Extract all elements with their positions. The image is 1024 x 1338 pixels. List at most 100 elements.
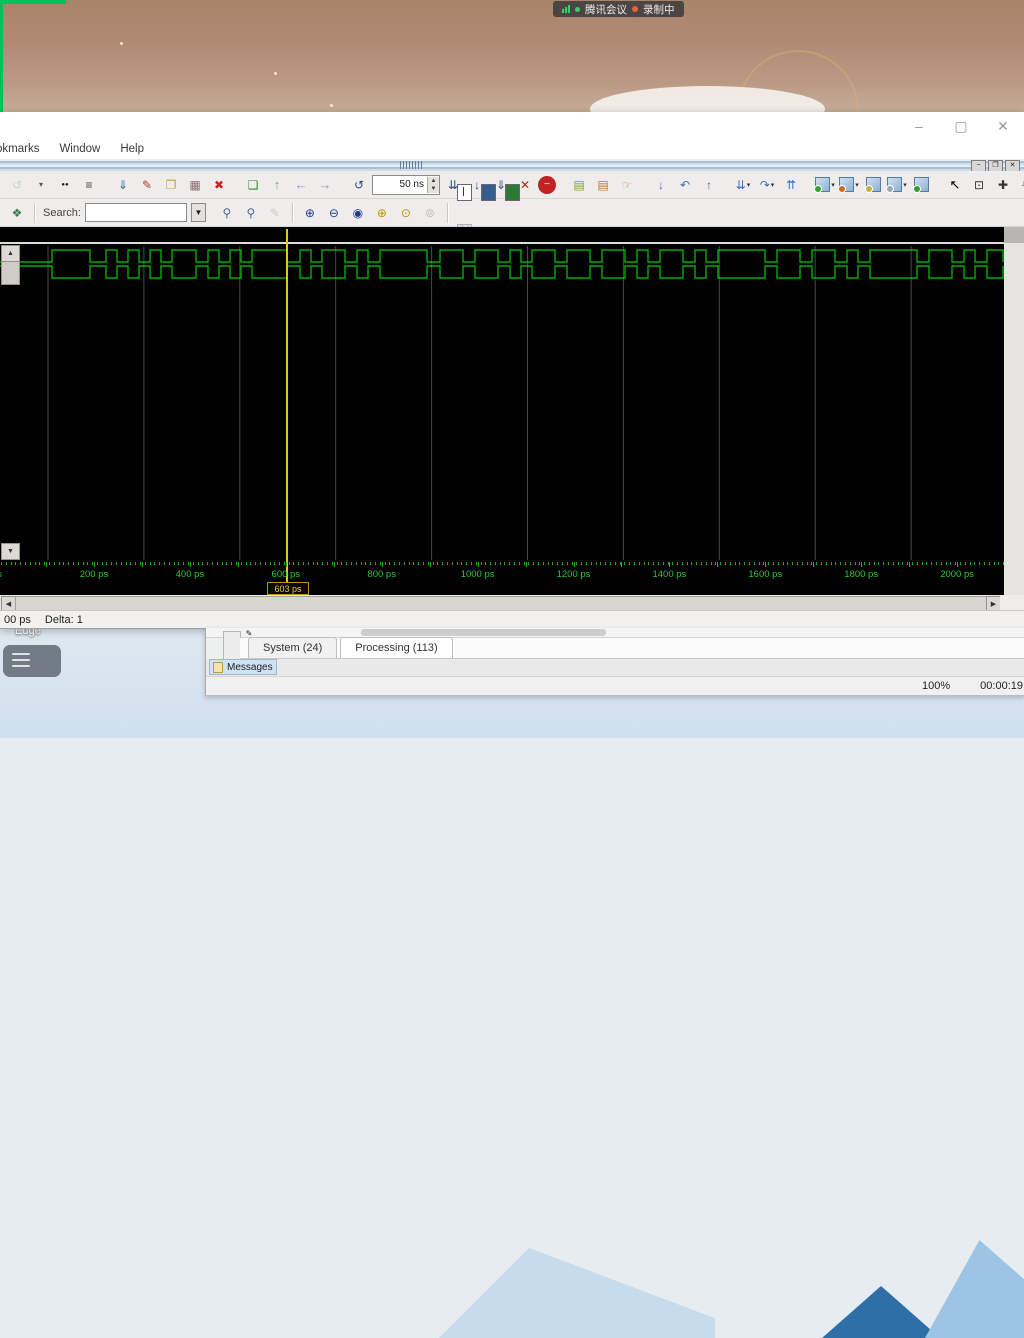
goto-anchor-icon[interactable]: ❖ <box>6 202 28 224</box>
vertical-scrollbar[interactable] <box>1004 227 1024 560</box>
ruler-tick <box>893 562 894 565</box>
add-to-wave-icon[interactable]: ▾ <box>814 174 836 196</box>
zoom-full-icon[interactable]: ◉ <box>347 202 369 224</box>
edit-doc-icon[interactable]: ✎ <box>136 174 158 196</box>
selected-panel-icon[interactable] <box>478 182 500 204</box>
tab-system[interactable]: System (24) <box>248 637 337 658</box>
signal-trace-b[interactable] <box>0 266 1003 278</box>
performance-profile-icon[interactable]: ▤ <box>568 174 590 196</box>
time-ruler[interactable]: 200 ps400 ps600 ps800 ps1000 ps1200 ps14… <box>0 560 1004 582</box>
refresh-dropdown-icon[interactable]: ▾ <box>30 174 52 196</box>
ruler-tick <box>821 562 822 565</box>
ruler-tick <box>217 562 218 565</box>
select-mode-icon[interactable]: ↖ <box>944 174 966 196</box>
scroll-left-icon[interactable]: ◀ <box>1 596 16 611</box>
tab-messages[interactable]: Messages <box>209 659 277 675</box>
signal-trace-a[interactable] <box>0 250 1003 262</box>
search-dropdown-icon[interactable]: ▼ <box>191 203 206 222</box>
find-binoculars-icon[interactable]: ●● <box>54 174 76 196</box>
close-button[interactable]: ✕ <box>982 113 1024 139</box>
desktop-list-widget[interactable] <box>3 645 61 677</box>
maximize-button[interactable]: ▢ <box>940 113 982 139</box>
menu-help[interactable]: Help <box>120 143 144 155</box>
ruler-tick <box>912 562 913 565</box>
spin-down-icon[interactable]: ▼ <box>428 185 439 193</box>
menu-window[interactable]: Window <box>59 143 100 155</box>
find-next-icon[interactable]: ⚲ <box>216 202 238 224</box>
minimize-button[interactable]: – <box>898 113 940 139</box>
cursor-remove-icon[interactable]: ↑ <box>698 174 720 196</box>
pane-scroll-thumb[interactable] <box>361 629 606 636</box>
zoom-in-on-cursor-icon[interactable]: ⊕ <box>371 202 393 224</box>
hand-pan-icon[interactable]: ☞ <box>616 174 638 196</box>
vertical-scroll-thumb[interactable] <box>1 261 20 285</box>
zoom-in-icon[interactable]: ⊕ <box>299 202 321 224</box>
add-to-list-dropdown-icon[interactable]: ▾ <box>855 181 859 189</box>
toolbar-group: ▤▤☞ <box>564 174 642 196</box>
recompile-refresh-icon[interactable]: ↺ <box>6 174 28 196</box>
add-to-dataflow-dropdown-icon[interactable]: ▾ <box>903 181 907 189</box>
run-length-value[interactable]: 50 ns <box>373 179 427 190</box>
ruler-tick <box>154 562 155 565</box>
compile-icon[interactable]: ▦ <box>184 174 206 196</box>
forward-nav-icon[interactable]: → <box>314 174 336 196</box>
find-options-icon[interactable]: ✎ <box>264 202 286 224</box>
horizontal-scrollbar[interactable]: ◀ ▶ <box>0 595 1024 610</box>
wave-canvas[interactable] <box>0 227 1004 560</box>
up-context-icon[interactable]: ↑ <box>266 174 288 196</box>
back-nav-icon[interactable]: ← <box>290 174 312 196</box>
ruler-tick <box>572 562 573 565</box>
find-prev-icon[interactable]: ⚲ <box>240 202 262 224</box>
zoom-out-icon[interactable]: ⊖ <box>323 202 345 224</box>
menu-bookmarks[interactable]: okmarks <box>0 143 39 155</box>
ruler-tick <box>399 562 400 565</box>
waveform-plot[interactable] <box>0 244 1004 560</box>
zoom-mode-icon[interactable]: ⊡ <box>968 174 990 196</box>
ruler-tick <box>831 562 832 565</box>
view-list-icon[interactable]: ≡ <box>78 174 100 196</box>
cursor-restore-icon[interactable]: ↶ <box>674 174 696 196</box>
zoom-others-icon[interactable]: ⊚ <box>419 202 441 224</box>
meeting-status-pill[interactable]: 腾讯会议 录制中 <box>553 1 684 17</box>
delete-doc-icon[interactable]: ✖ <box>208 174 230 196</box>
next-transition-icon[interactable]: ⇈ <box>780 174 802 196</box>
add-to-log-icon[interactable] <box>862 174 884 196</box>
ruler-tick <box>356 562 357 565</box>
zoom-cursor-range-icon[interactable]: ⊙ <box>395 202 417 224</box>
recompile-refresh-glyph: ↺ <box>12 179 22 191</box>
scroll-right-icon[interactable]: ▶ <box>986 596 1001 611</box>
drag-grip-icon[interactable] <box>400 161 422 169</box>
add-to-list-icon[interactable]: ▾ <box>838 174 860 196</box>
run-length-spinner[interactable]: 50 ns▲▼ <box>372 175 440 195</box>
save-icon[interactable]: ⇓ <box>112 174 134 196</box>
restart-icon[interactable]: ↺ <box>348 174 370 196</box>
scroll-down-icon[interactable]: ▼ <box>1 543 20 560</box>
ruler-tick <box>385 562 386 565</box>
cursor-insert-icon[interactable]: ↓ <box>650 174 672 196</box>
ruler-tick <box>25 562 26 565</box>
wave-revert-icon[interactable]: ↷▾ <box>756 174 778 196</box>
add-to-dataflow-icon[interactable]: ▾ <box>886 174 908 196</box>
prev-transition-icon[interactable]: ⇊▾ <box>732 174 754 196</box>
add-to-wave-dropdown-icon[interactable]: ▾ <box>831 181 835 189</box>
zoom-mode-glyph: ⊡ <box>974 179 984 191</box>
wave-revert-dropdown-icon[interactable]: ▾ <box>771 181 775 189</box>
prev-transition-dropdown-icon[interactable]: ▾ <box>747 181 751 189</box>
scroll-up-icon[interactable]: ▲ <box>1 245 20 262</box>
memory-profile-icon[interactable]: ▤ <box>592 174 614 196</box>
open-folders-icon[interactable]: ❐ <box>160 174 182 196</box>
cursor-pairs-icon[interactable]: ⊥⊥ <box>1016 174 1024 196</box>
ruler-tick <box>802 562 803 565</box>
active-panel-icon[interactable] <box>502 182 524 204</box>
add-to-watch-icon[interactable] <box>910 174 932 196</box>
expand-copy-icon[interactable]: ❏ <box>242 174 264 196</box>
cursor-panel-icon[interactable] <box>454 182 476 204</box>
cursor-time-badge[interactable]: 603 ps <box>267 582 309 595</box>
spin-up-icon[interactable]: ▲ <box>428 177 439 185</box>
horizontal-scroll-thumb[interactable] <box>15 596 987 611</box>
ruler-tick <box>509 562 510 565</box>
tab-processing[interactable]: Processing (113) <box>340 637 452 658</box>
time-cursor-line[interactable] <box>286 229 288 244</box>
pan-mode-icon[interactable]: ✚ <box>992 174 1014 196</box>
search-input[interactable] <box>85 203 187 222</box>
